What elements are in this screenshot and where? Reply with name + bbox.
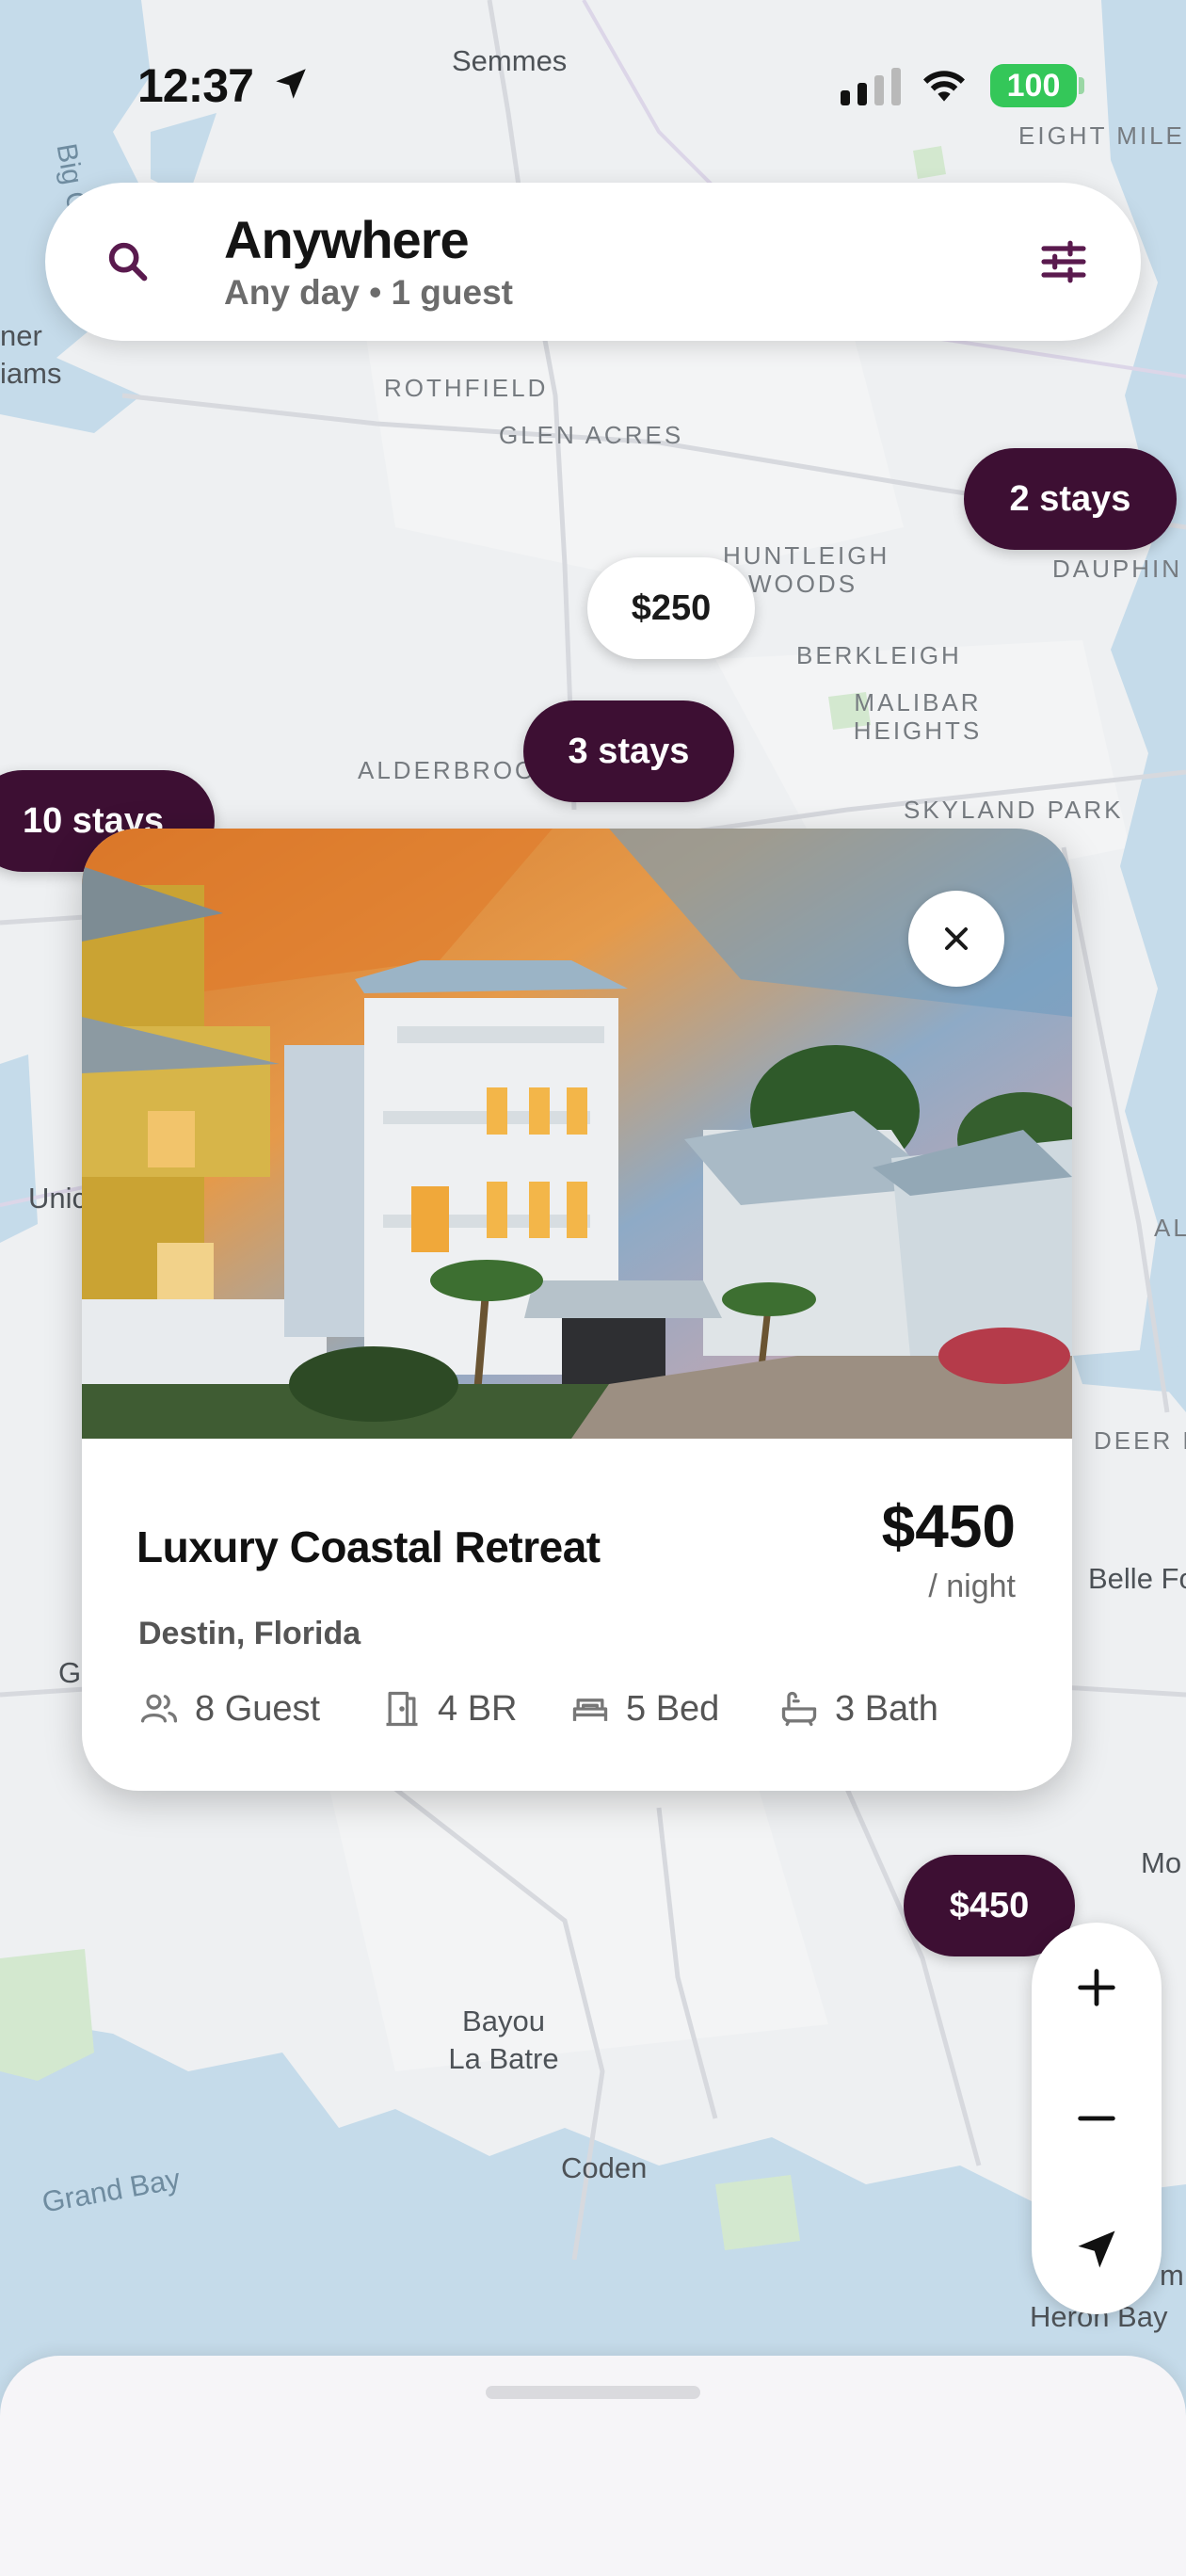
map-label-heights: HEIGHTS <box>853 716 983 745</box>
map-label-malibar: MALIBAR <box>854 688 982 716</box>
wifi-icon <box>923 71 965 102</box>
battery-indicator: 100 <box>990 64 1077 107</box>
listing-card[interactable]: Luxury Coastal Retreat $450 / night Dest… <box>82 829 1072 1791</box>
cellular-signal-icon <box>841 68 901 105</box>
map-label-unic: Unic <box>28 1182 88 1215</box>
map-pin-price-250[interactable]: $250 <box>587 557 755 659</box>
guests-label: 8 Guest <box>195 1688 321 1729</box>
map-label-bayou: Bayou <box>462 2004 545 2037</box>
beds-label: 5 Bed <box>626 1688 720 1729</box>
map-label-la-batre: La Batre <box>448 2042 559 2075</box>
battery-cap <box>1079 77 1084 94</box>
zoom-in-button[interactable] <box>1032 1923 1162 2053</box>
amenity-guests: 8 Guest <box>138 1685 320 1732</box>
map-label-rothfield: ROTHFIELD <box>384 374 549 402</box>
my-location-button[interactable] <box>1032 2184 1162 2314</box>
map-label-m: m <box>1160 2259 1184 2292</box>
map-label-coden: Coden <box>561 2151 648 2184</box>
status-bar: 12:37 100 <box>0 0 1186 169</box>
listing-title: Luxury Coastal Retreat <box>136 1522 601 1571</box>
map-label-ner: ner <box>0 319 42 352</box>
sheet-grabber[interactable] <box>486 2386 700 2399</box>
baths-label: 3 Bath <box>835 1688 938 1729</box>
map-controls <box>1032 1923 1162 2314</box>
map-label-dauphin: DAUPHIN A <box>1052 555 1186 583</box>
map-label-glen-acres: GLEN ACRES <box>499 421 684 449</box>
listing-price: $450 <box>881 1492 1016 1560</box>
door-icon <box>386 1691 418 1727</box>
plus-icon <box>1078 1969 1115 2006</box>
close-card-button[interactable] <box>908 891 1004 987</box>
search-bar[interactable]: Anywhere Any day • 1 guest <box>45 183 1141 341</box>
map-label-mo: Mo <box>1141 1846 1182 1879</box>
map-label-belle-fontaine: Belle Fo <box>1088 1562 1186 1595</box>
bathtub-icon <box>781 1691 817 1727</box>
listing-location: Destin, Florida <box>138 1616 361 1651</box>
status-time: 12:37 <box>137 59 254 112</box>
navigation-arrow-icon <box>1078 2230 1115 2268</box>
location-arrow-icon <box>276 69 306 99</box>
filter-icon[interactable] <box>1037 235 1090 288</box>
amenity-bedrooms: 4 BR <box>381 1685 517 1732</box>
bed-icon <box>572 1699 608 1721</box>
amenity-beds: 5 Bed <box>569 1685 719 1732</box>
bedrooms-label: 4 BR <box>438 1688 518 1729</box>
search-location: Anywhere <box>224 210 470 269</box>
search-icon <box>108 242 148 282</box>
map-pin-2-stays[interactable]: 2 stays <box>964 448 1177 550</box>
bottom-sheet[interactable] <box>0 2356 1186 2576</box>
zoom-out-button[interactable] <box>1032 2053 1162 2183</box>
minus-icon <box>1078 2116 1115 2121</box>
map-label-skyland-park: SKYLAND PARK <box>904 796 1124 824</box>
search-dates-guests: Any day • 1 guest <box>224 273 513 312</box>
listing-price-unit: / night <box>928 1569 1016 1604</box>
map-label-al: AL <box>1154 1214 1186 1242</box>
map-label-iams: iams <box>0 357 62 390</box>
map-label-deer-river: DEER R <box>1094 1426 1186 1455</box>
map-label-berkleigh: BERKLEIGH <box>796 641 962 669</box>
map-pin-3-stays[interactable]: 3 stays <box>523 700 734 802</box>
map-label-huntleigh: HUNTLEIGH <box>723 541 890 570</box>
amenity-baths: 3 Bath <box>778 1685 938 1732</box>
map-label-g: G <box>58 1656 82 1689</box>
close-icon <box>945 927 968 950</box>
guests-icon <box>140 1694 178 1723</box>
